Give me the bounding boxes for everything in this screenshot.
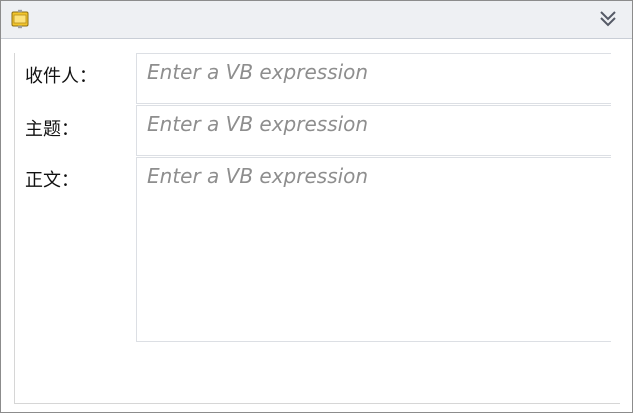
body-placeholder: Enter a VB expression xyxy=(147,164,369,188)
body-input[interactable]: Enter a VB expression xyxy=(136,157,611,342)
to-input[interactable]: Enter a VB expression xyxy=(136,53,611,104)
chevron-double-down-icon[interactable] xyxy=(598,9,618,29)
to-placeholder: Enter a VB expression xyxy=(147,60,369,84)
subject-label: 主题： xyxy=(25,119,79,140)
activity-icon xyxy=(11,9,29,29)
designer-header xyxy=(1,1,632,39)
activity-designer: 收件人： Enter a VB expression 主题： Enter a V… xyxy=(0,0,633,413)
subject-input[interactable]: Enter a VB expression xyxy=(136,105,611,156)
body-label: 正文： xyxy=(25,170,79,191)
to-label: 收件人： xyxy=(25,66,97,87)
subject-placeholder: Enter a VB expression xyxy=(147,112,369,136)
